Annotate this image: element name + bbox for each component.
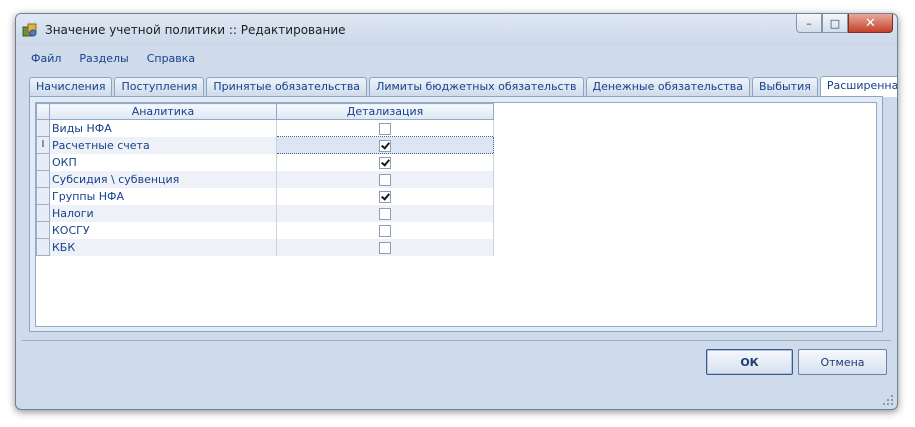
detail-checkbox[interactable] (379, 224, 391, 237)
close-button[interactable]: ✕ (848, 14, 893, 33)
maximize-button[interactable]: □ (822, 14, 848, 33)
analytics-name-cell[interactable]: Субсидия \ субвенция (49, 170, 277, 188)
ok-button[interactable]: ОК (706, 349, 793, 375)
table-row[interactable]: Группы НФА (36, 187, 494, 205)
detail-cell[interactable] (276, 170, 494, 188)
table-row[interactable]: Налоги (36, 204, 494, 222)
column-header-detail[interactable]: Детализация (276, 103, 494, 120)
maximize-icon: □ (829, 16, 841, 30)
detail-checkbox[interactable] (379, 156, 391, 169)
detail-cell[interactable] (276, 153, 494, 171)
row-selector[interactable] (36, 119, 50, 137)
analytics-name-cell[interactable]: Группы НФА (49, 187, 277, 205)
tab-monetary-obligations[interactable]: Денежные обязательства (585, 77, 750, 96)
analytics-name-cell[interactable]: Расчетные счета (49, 136, 277, 154)
tab-extended-analytics[interactable]: Расширенная аналитика (819, 76, 897, 97)
tab-disposals[interactable]: Выбытия (751, 77, 818, 96)
analytics-name-cell[interactable]: Налоги (49, 204, 277, 222)
app-icon (22, 23, 37, 37)
detail-cell[interactable] (276, 187, 494, 205)
detail-checkbox[interactable] (379, 207, 391, 220)
cancel-button[interactable]: Отмена (798, 349, 887, 375)
analytics-name-cell[interactable]: ОКП (49, 153, 277, 171)
window-title: Значение учетной политики :: Редактирова… (45, 23, 346, 37)
menu-help[interactable]: Справка (138, 52, 204, 65)
tab-strip: Начисления Поступления Принятые обязател… (29, 76, 897, 97)
detail-checkbox[interactable] (379, 241, 391, 254)
title-bar[interactable]: Значение учетной политики :: Редактирова… (16, 14, 897, 46)
minimize-button[interactable]: – (796, 14, 822, 33)
table-row[interactable]: КБК (36, 238, 494, 256)
tab-accruals[interactable]: Начисления (29, 77, 113, 96)
analytics-table: Аналитика Детализация Виды НФА I Расчетные… (36, 103, 494, 256)
table-row[interactable]: ОКП (36, 153, 494, 171)
row-selector[interactable] (36, 221, 50, 239)
dialog-window: Значение учетной политики :: Редактирова… (15, 13, 898, 410)
detail-checkbox[interactable] (379, 139, 391, 152)
minimize-icon: – (806, 16, 812, 30)
analytics-grid[interactable]: Аналитика Детализация Виды НФА I Расчетные… (35, 102, 877, 327)
analytics-name-cell[interactable]: Виды НФА (49, 119, 277, 137)
table-row[interactable]: Субсидия \ субвенция (36, 170, 494, 188)
detail-cell[interactable] (276, 136, 494, 154)
detail-cell[interactable] (276, 119, 494, 137)
detail-checkbox[interactable] (379, 122, 391, 135)
detail-cell[interactable] (276, 204, 494, 222)
row-selector-header (36, 103, 50, 120)
tab-receipts[interactable]: Поступления (114, 77, 205, 96)
resize-grip-icon[interactable] (883, 395, 893, 405)
table-row[interactable]: I Расчетные счета (36, 136, 494, 154)
footer-divider (22, 340, 891, 341)
menu-file[interactable]: Файл (22, 52, 70, 65)
detail-checkbox[interactable] (379, 173, 391, 186)
row-selector[interactable] (36, 187, 50, 205)
detail-cell[interactable] (276, 238, 494, 256)
tab-accepted-obligations[interactable]: Принятые обязательства (206, 77, 368, 96)
row-selector[interactable] (36, 153, 50, 171)
close-icon: ✕ (865, 15, 876, 31)
menu-bar: Файл Разделы Справка (22, 47, 891, 69)
row-selector[interactable] (36, 204, 50, 222)
window-controls: – □ ✕ (796, 14, 893, 33)
row-selector[interactable] (36, 170, 50, 188)
row-selector[interactable]: I (36, 136, 50, 154)
row-selector[interactable] (36, 238, 50, 256)
tab-budget-limits[interactable]: Лимиты бюджетных обязательств (369, 77, 584, 96)
detail-cell[interactable] (276, 221, 494, 239)
column-header-analytics[interactable]: Аналитика (49, 103, 277, 120)
analytics-name-cell[interactable]: КОСГУ (49, 221, 277, 239)
current-row-marker: I (41, 139, 45, 150)
detail-checkbox[interactable] (379, 190, 391, 203)
menu-sections[interactable]: Разделы (70, 52, 137, 65)
table-row[interactable]: КОСГУ (36, 221, 494, 239)
table-row[interactable]: Виды НФА (36, 119, 494, 137)
analytics-name-cell[interactable]: КБК (49, 238, 277, 256)
tab-panel: Аналитика Детализация Виды НФА I Расчетные… (29, 96, 883, 332)
